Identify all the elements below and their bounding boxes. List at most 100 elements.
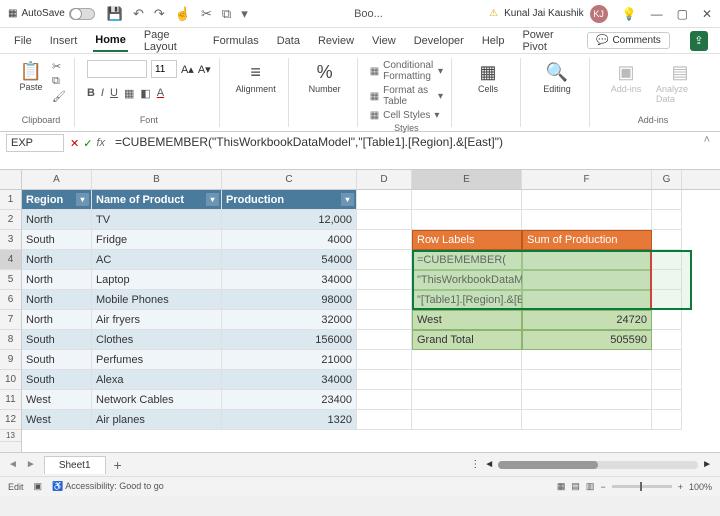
cell[interactable] <box>652 350 682 370</box>
cell[interactable] <box>357 190 412 210</box>
redo-icon[interactable]: ↷ <box>154 6 165 22</box>
cell[interactable]: South <box>22 370 92 390</box>
close-icon[interactable]: ✕ <box>702 7 712 21</box>
cell[interactable]: 505590 <box>522 330 652 350</box>
cell[interactable] <box>652 230 682 250</box>
autosave-toggle[interactable]: ▦ AutoSave <box>8 8 95 20</box>
cell[interactable]: AC <box>92 250 222 270</box>
filter-dropdown-icon[interactable]: ▾ <box>341 193 354 206</box>
cell[interactable]: 32000 <box>222 310 357 330</box>
col-header[interactable]: D <box>357 170 412 189</box>
cut-button[interactable]: ✂ <box>52 60 66 73</box>
tab-insert[interactable]: Insert <box>48 31 80 51</box>
cell[interactable]: West <box>22 390 92 410</box>
col-header[interactable]: B <box>92 170 222 189</box>
cell[interactable] <box>357 250 412 270</box>
select-all-corner[interactable] <box>0 170 21 190</box>
row-header[interactable]: 1 <box>0 190 21 210</box>
view-pagebreak-icon[interactable]: ▥ <box>586 481 595 492</box>
cell[interactable]: 1320 <box>222 410 357 430</box>
col-header[interactable]: E <box>412 170 522 189</box>
tab-view[interactable]: View <box>370 31 398 51</box>
avatar[interactable]: KJ <box>590 5 608 23</box>
cell[interactable] <box>652 190 682 210</box>
macro-record-icon[interactable]: ▣ <box>34 481 43 492</box>
cell[interactable]: 23400 <box>222 390 357 410</box>
touch-mode-icon[interactable]: ☝ <box>175 6 191 22</box>
scroll-right-icon[interactable]: ► <box>702 459 712 470</box>
expand-formula-icon[interactable]: ˄ <box>700 134 714 146</box>
zoom-slider[interactable] <box>612 485 672 488</box>
cells-area[interactable]: Region▾ Name of Product▾ Production▾ Nor… <box>22 190 720 430</box>
analyze-data-button[interactable]: ▤Analyze Data <box>656 60 704 104</box>
cell[interactable] <box>652 390 682 410</box>
tab-power-pivot[interactable]: Power Pivot <box>520 25 573 57</box>
user-name[interactable]: Kunal Jai Kaushik <box>504 8 584 19</box>
addins-button[interactable]: ▣Add-ins <box>602 60 650 94</box>
cell[interactable]: 12,000 <box>222 210 357 230</box>
row-header[interactable]: 2 <box>0 210 21 230</box>
cell[interactable] <box>357 330 412 350</box>
add-sheet-button[interactable]: + <box>114 457 122 473</box>
cell[interactable] <box>652 410 682 430</box>
share-button[interactable]: ⇪ <box>690 31 708 51</box>
tab-split-icon[interactable]: ⋮ <box>470 459 480 470</box>
zoom-in-icon[interactable]: + <box>678 482 683 492</box>
cell[interactable] <box>357 290 412 310</box>
cell[interactable]: North <box>22 270 92 290</box>
cell[interactable] <box>412 190 522 210</box>
cell[interactable] <box>522 190 652 210</box>
cell[interactable] <box>652 370 682 390</box>
row-header[interactable]: 12 <box>0 410 21 430</box>
fx-icon[interactable]: fx <box>96 137 105 149</box>
formula-input[interactable]: =CUBEMEMBER("ThisWorkbookDataModel","[Ta… <box>111 134 700 150</box>
tab-nav-next-icon[interactable]: ► <box>26 459 36 470</box>
table-header-region[interactable]: Region▾ <box>22 190 92 210</box>
cell[interactable] <box>522 290 652 310</box>
comments-button[interactable]: 💬 Comments <box>587 32 670 49</box>
save-icon[interactable]: 💾 <box>107 6 123 22</box>
tab-file[interactable]: File <box>12 31 34 51</box>
tab-data[interactable]: Data <box>275 31 302 51</box>
cell[interactable] <box>522 410 652 430</box>
cell[interactable]: 24720 <box>522 310 652 330</box>
row-header[interactable]: 11 <box>0 390 21 410</box>
format-painter-button[interactable]: 🖌 <box>52 90 66 103</box>
decrease-font-icon[interactable]: A▾ <box>198 63 211 76</box>
scroll-left-icon[interactable]: ◄ <box>484 459 494 470</box>
italic-button[interactable]: I <box>101 87 104 100</box>
cell[interactable] <box>522 390 652 410</box>
row-header[interactable]: 8 <box>0 330 21 350</box>
cell[interactable] <box>357 230 412 250</box>
alignment-button[interactable]: ≡Alignment <box>232 60 280 94</box>
cell[interactable] <box>412 370 522 390</box>
cell[interactable]: 34000 <box>222 370 357 390</box>
cell-styles-button[interactable]: ▦ Cell Styles ▾ <box>370 110 443 121</box>
cell[interactable]: West <box>22 410 92 430</box>
cell[interactable] <box>412 390 522 410</box>
cell[interactable] <box>357 410 412 430</box>
cell[interactable] <box>652 270 682 290</box>
cell[interactable]: Air planes <box>92 410 222 430</box>
row-header[interactable]: 3 <box>0 230 21 250</box>
conditional-formatting-button[interactable]: ▦ Conditional Formatting ▾ <box>370 60 443 82</box>
copy-button[interactable]: ⧉ <box>52 75 66 88</box>
cell[interactable] <box>357 370 412 390</box>
tab-nav-prev-icon[interactable]: ◄ <box>8 459 18 470</box>
cell[interactable]: "ThisWorkbookDataModel", <box>412 270 522 290</box>
font-family-select[interactable] <box>87 60 147 78</box>
cell[interactable] <box>412 410 522 430</box>
toggle-off-icon[interactable] <box>69 8 95 20</box>
cell[interactable]: 156000 <box>222 330 357 350</box>
row-header[interactable]: 5 <box>0 270 21 290</box>
border-button[interactable]: ▦ <box>124 87 134 100</box>
number-button[interactable]: %Number <box>301 60 349 94</box>
cell[interactable]: Laptop <box>92 270 222 290</box>
row-header[interactable]: 6 <box>0 290 21 310</box>
cell[interactable]: North <box>22 250 92 270</box>
col-header[interactable]: C <box>222 170 357 189</box>
underline-button[interactable]: U <box>110 87 118 100</box>
cell[interactable] <box>357 210 412 230</box>
cell[interactable]: Fridge <box>92 230 222 250</box>
name-box[interactable]: EXP <box>6 134 64 152</box>
